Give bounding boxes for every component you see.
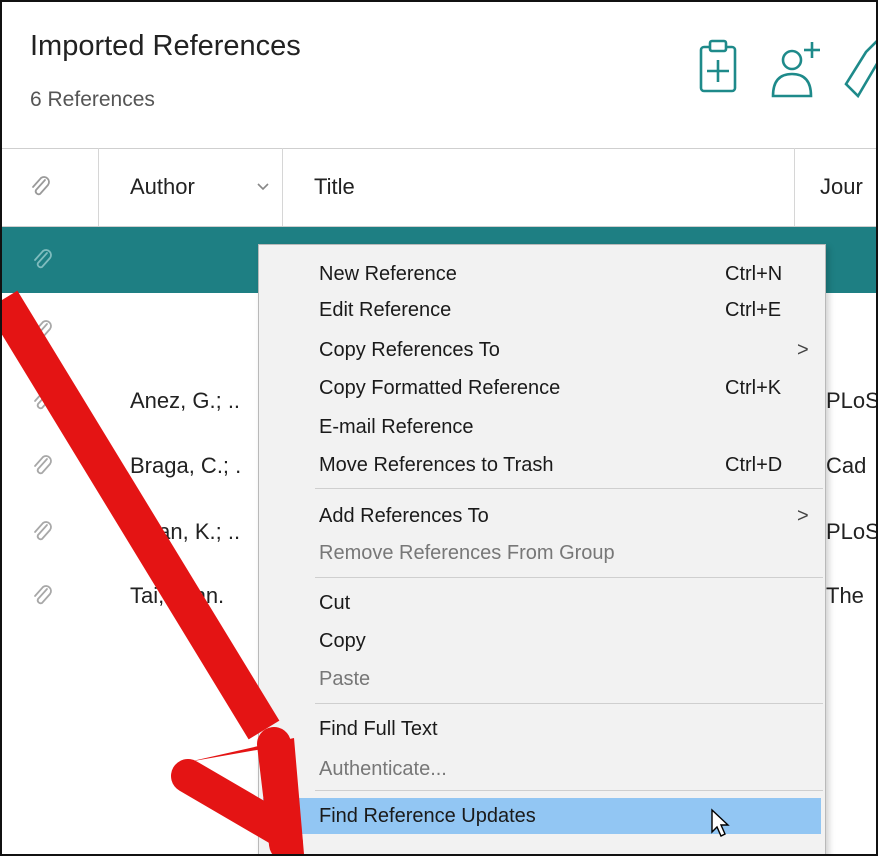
mouse-cursor-icon — [711, 808, 730, 837]
reference-library-window: Imported References 6 References Author — [0, 0, 878, 856]
red-annotation-arrow-icon — [2, 290, 304, 854]
